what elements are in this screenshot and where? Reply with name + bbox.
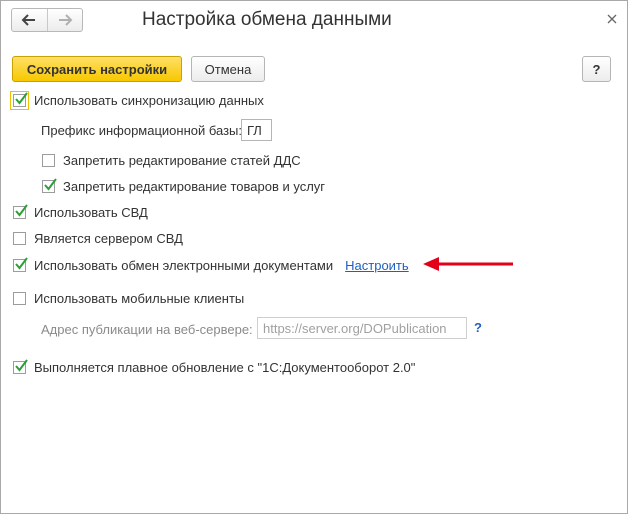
forbid-goods-label: Запретить редактирование товаров и услуг [63,178,326,194]
configure-edo-link[interactable]: Настроить [345,258,409,273]
use-edo-row: Использовать обмен электронными документ… [13,256,409,274]
arrow-right-icon [58,14,73,26]
forbid-goods-row: Запретить редактирование товаров и услуг [42,177,325,195]
use-edo-label: Использовать обмен электронными документ… [34,257,334,273]
smooth-update-label: Выполняется плавное обновление с "1С:Док… [34,359,416,375]
prefix-row: Префикс информационной базы: [41,121,242,139]
forbid-dds-label: Запретить редактирование статей ДДС [63,152,301,168]
arrow-left-icon [21,14,36,26]
publication-help-link[interactable]: ? [474,320,482,335]
help-button[interactable]: ? [582,56,611,82]
check-icon [15,358,28,372]
navigation-buttons [11,8,83,32]
close-icon [607,14,617,24]
forbid-dds-row: Запретить редактирование статей ДДС [42,151,301,169]
forbid-goods-checkbox[interactable] [42,177,57,193]
prefix-label: Префикс информационной базы: [41,122,243,138]
svd-server-label: Является сервером СВД [34,230,183,246]
use-mobile-row: Использовать мобильные клиенты [13,289,244,307]
check-icon [15,203,28,217]
check-icon [15,256,28,270]
close-button[interactable] [604,11,620,27]
use-mobile-checkbox[interactable] [13,291,26,305]
use-edo-checkbox[interactable] [13,256,28,272]
use-svd-checkbox[interactable] [13,203,28,219]
prefix-input[interactable]: ГЛ [241,119,272,141]
cancel-button[interactable]: Отмена [191,56,265,82]
use-mobile-label: Использовать мобильные клиенты [34,290,245,306]
exchange-settings-window: Настройка обмена данными Сохранить настр… [0,0,628,514]
svd-server-row: Является сервером СВД [13,229,183,247]
publication-row: Адрес публикации на веб-сервере: [41,320,253,338]
red-arrow-icon [423,257,513,271]
use-sync-checkbox[interactable] [10,90,29,110]
forbid-dds-checkbox[interactable] [42,153,55,167]
smooth-update-row: Выполняется плавное обновление с "1С:Док… [13,358,415,376]
back-button[interactable] [12,9,47,31]
check-icon [44,177,57,191]
forward-button[interactable] [46,9,83,31]
svd-server-checkbox[interactable] [13,231,26,245]
publication-label: Адрес публикации на веб-сервере: [41,321,253,337]
smooth-update-checkbox[interactable] [13,358,28,374]
publication-address-input[interactable]: https://server.org/DOPublication [257,317,467,339]
check-icon [15,91,28,105]
use-svd-row: Использовать СВД [13,203,148,221]
window-title: Настройка обмена данными [142,9,392,30]
save-settings-button[interactable]: Сохранить настройки [12,56,182,82]
use-sync-label: Использовать синхронизацию данных [34,92,264,108]
use-svd-label: Использовать СВД [34,204,148,220]
use-sync-row: Использовать синхронизацию данных [10,90,264,110]
